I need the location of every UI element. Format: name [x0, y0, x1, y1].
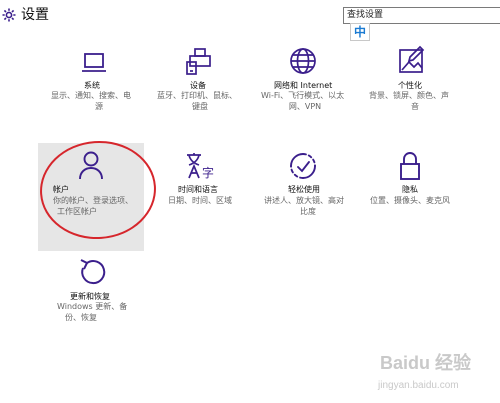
tile-system[interactable]: 系统 显示、通知、搜索、电 源 — [40, 40, 160, 150]
watermark-sub: jingyan.baidu.com — [378, 380, 459, 391]
tile-time-language[interactable]: 字 时间和语言 日期、时间、区域 — [148, 143, 268, 253]
ime-indicator[interactable]: 中 — [350, 23, 370, 41]
tile-devices-desc: 蓝牙、打印机、鼠标、 键盘 — [157, 91, 237, 111]
personalization-icon — [399, 45, 425, 73]
watermark-main: Baidu 经验 — [380, 353, 472, 373]
tile-time-language-title: 时间和语言 — [178, 185, 218, 194]
tile-privacy-desc: 位置、摄像头、麦克风 — [370, 196, 450, 205]
tile-update-recovery[interactable]: 更新和恢复 Windows 更新、备 份、恢复 — [40, 252, 160, 362]
tile-privacy[interactable]: 隐私 位置、摄像头、麦克风 — [362, 143, 482, 253]
tile-personalization[interactable]: 个性化 背景、锁屏、颜色、声 音 — [362, 40, 482, 150]
search-input-text: 查找设置 — [347, 10, 384, 20]
tile-network[interactable]: 网络和 Internet Wi-Fi、飞行模式、以太 网、VPN — [254, 40, 374, 150]
tile-system-desc: 显示、通知、搜索、电 源 — [51, 91, 131, 111]
globe-icon — [290, 48, 316, 74]
search-input[interactable]: 查找设置 — [343, 7, 500, 24]
tile-update-recovery-desc: Windows 更新、备 份、恢复 — [57, 302, 128, 322]
tile-personalization-desc: 背景、锁屏、颜色、声 音 — [369, 91, 449, 111]
page-title: 设置 — [21, 7, 49, 23]
lock-icon — [400, 152, 420, 180]
svg-text:字: 字 — [202, 165, 214, 180]
tile-ease-of-access-desc: 讲述人、放大镜、高对 比度 — [264, 196, 344, 216]
tile-privacy-title: 隐私 — [402, 185, 418, 194]
accessibility-icon — [290, 153, 316, 179]
refresh-icon — [80, 259, 106, 285]
devices-icon — [186, 48, 211, 75]
gear-icon — [2, 8, 16, 22]
language-icon: 字 — [187, 153, 214, 180]
tile-devices[interactable]: 设备 蓝牙、打印机、鼠标、 键盘 — [148, 40, 268, 150]
tile-ease-of-access[interactable]: 轻松使用 讲述人、放大镜、高对 比度 — [254, 143, 374, 253]
laptop-icon — [82, 53, 106, 72]
watermark: Baidu 经验 jingyan.baidu.com — [372, 350, 500, 403]
tile-ease-of-access-title: 轻松使用 — [288, 185, 320, 194]
tile-time-language-desc: 日期、时间、区域 — [168, 196, 232, 205]
tile-network-desc: Wi-Fi、飞行模式、以太 网、VPN — [261, 91, 345, 111]
